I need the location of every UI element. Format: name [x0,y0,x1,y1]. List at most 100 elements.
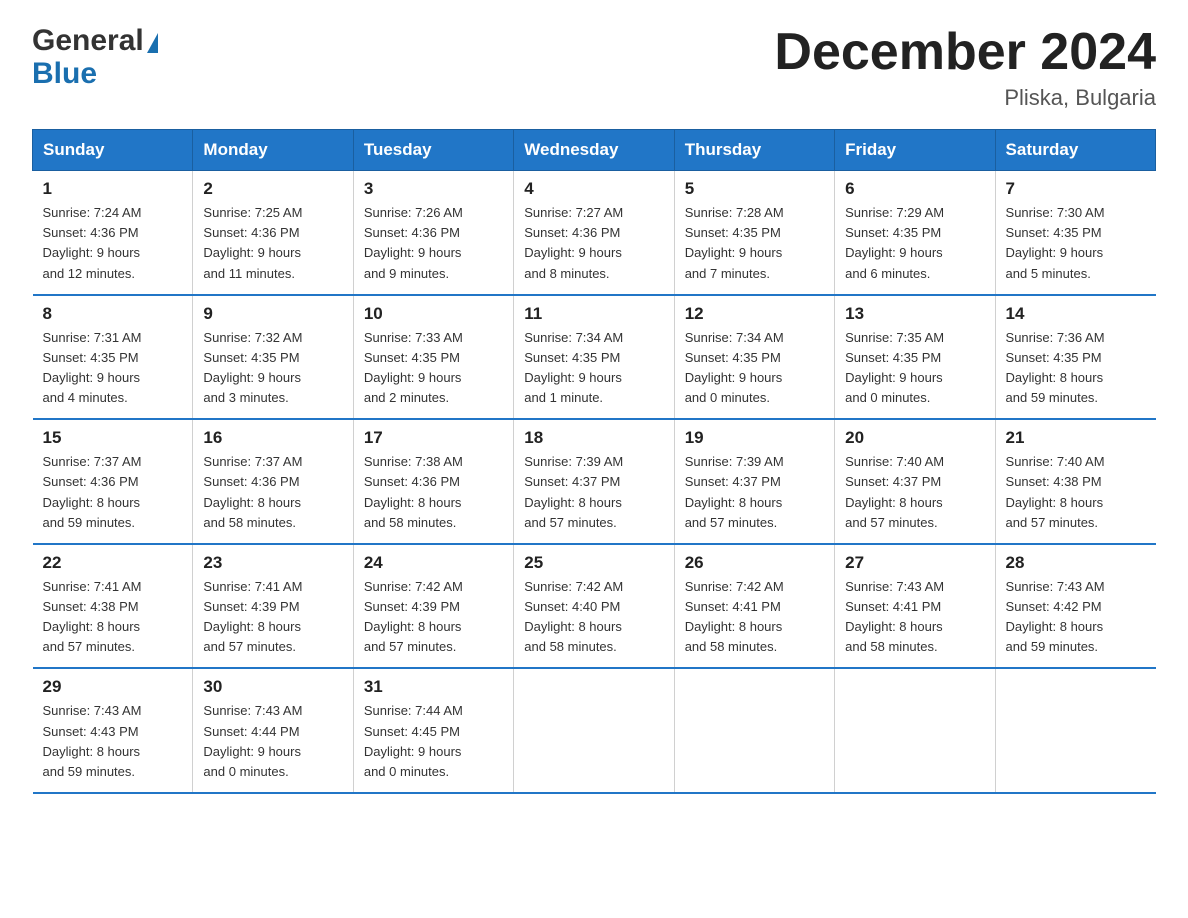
day-number: 8 [43,304,183,324]
calendar-cell: 12Sunrise: 7:34 AM Sunset: 4:35 PM Dayli… [674,295,834,420]
weekday-header-thursday: Thursday [674,130,834,171]
calendar-cell: 27 Sunrise: 7:43 AM Sunset: 4:41 PM Dayli… [835,544,995,669]
day-info: Sunrise: 7:25 AM Sunset: 4:36 PM Dayligh… [203,203,342,284]
day-number: 11 [524,304,663,324]
day-info: Sunrise: 7:43 AM Sunset: 4:43 PM Dayligh… [43,701,183,782]
day-number: 31 [364,677,503,697]
title-block: December 2024 Pliska, Bulgaria [774,24,1156,111]
calendar-cell: 15 Sunrise: 7:37 AM Sunset: 4:36 PM Dayli… [33,419,193,544]
logo: General Blue [32,24,158,90]
day-info: Sunrise: 7:43 AM Sunset: 4:41 PM Dayligh… [845,577,984,658]
day-number: 26 [685,553,824,573]
day-number: 9 [203,304,342,324]
calendar-cell: 22Sunrise: 7:41 AM Sunset: 4:38 PM Dayli… [33,544,193,669]
day-number: 14 [1006,304,1146,324]
day-info: Sunrise: 7:31 AM Sunset: 4:35 PM Dayligh… [43,328,183,409]
calendar-week-row: 22Sunrise: 7:41 AM Sunset: 4:38 PM Dayli… [33,544,1156,669]
day-number: 4 [524,179,663,199]
calendar-week-row: 1 Sunrise: 7:24 AM Sunset: 4:36 PM Daylig… [33,171,1156,295]
calendar-cell: 23 Sunrise: 7:41 AM Sunset: 4:39 PM Dayli… [193,544,353,669]
calendar-cell: 26 Sunrise: 7:42 AM Sunset: 4:41 PM Dayli… [674,544,834,669]
day-number: 23 [203,553,342,573]
day-number: 6 [845,179,984,199]
calendar-cell: 14 Sunrise: 7:36 AM Sunset: 4:35 PM Dayli… [995,295,1155,420]
day-number: 28 [1006,553,1146,573]
day-number: 27 [845,553,984,573]
calendar-cell [835,668,995,793]
logo-blue-text: Blue [32,57,97,90]
day-info: Sunrise: 7:24 AM Sunset: 4:36 PM Dayligh… [43,203,183,284]
day-number: 3 [364,179,503,199]
day-number: 30 [203,677,342,697]
calendar-cell: 5 Sunrise: 7:28 AM Sunset: 4:35 PM Daylig… [674,171,834,295]
day-info: Sunrise: 7:30 AM Sunset: 4:35 PM Dayligh… [1006,203,1146,284]
day-number: 1 [43,179,183,199]
day-number: 24 [364,553,503,573]
weekday-header-tuesday: Tuesday [353,130,513,171]
calendar-cell: 20 Sunrise: 7:40 AM Sunset: 4:37 PM Dayli… [835,419,995,544]
day-info: Sunrise: 7:41 AM Sunset: 4:39 PM Dayligh… [203,577,342,658]
day-info: Sunrise: 7:39 AM Sunset: 4:37 PM Dayligh… [524,452,663,533]
calendar-cell: 3Sunrise: 7:26 AM Sunset: 4:36 PM Daylig… [353,171,513,295]
calendar-cell: 24 Sunrise: 7:42 AM Sunset: 4:39 PM Dayli… [353,544,513,669]
calendar-cell [514,668,674,793]
calendar-location: Pliska, Bulgaria [774,85,1156,111]
day-info: Sunrise: 7:34 AM Sunset: 4:35 PM Dayligh… [524,328,663,409]
day-info: Sunrise: 7:38 AM Sunset: 4:36 PM Dayligh… [364,452,503,533]
calendar-cell: 19Sunrise: 7:39 AM Sunset: 4:37 PM Dayli… [674,419,834,544]
calendar-week-row: 29 Sunrise: 7:43 AM Sunset: 4:43 PM Dayli… [33,668,1156,793]
calendar-cell [995,668,1155,793]
calendar-title: December 2024 [774,24,1156,81]
day-info: Sunrise: 7:28 AM Sunset: 4:35 PM Dayligh… [685,203,824,284]
calendar-cell: 6Sunrise: 7:29 AM Sunset: 4:35 PM Daylig… [835,171,995,295]
day-info: Sunrise: 7:42 AM Sunset: 4:41 PM Dayligh… [685,577,824,658]
calendar-cell: 25Sunrise: 7:42 AM Sunset: 4:40 PM Dayli… [514,544,674,669]
day-number: 10 [364,304,503,324]
weekday-header-friday: Friday [835,130,995,171]
day-info: Sunrise: 7:43 AM Sunset: 4:42 PM Dayligh… [1006,577,1146,658]
day-info: Sunrise: 7:41 AM Sunset: 4:38 PM Dayligh… [43,577,183,658]
weekday-header-wednesday: Wednesday [514,130,674,171]
day-info: Sunrise: 7:36 AM Sunset: 4:35 PM Dayligh… [1006,328,1146,409]
weekday-header-sunday: Sunday [33,130,193,171]
calendar-cell: 17Sunrise: 7:38 AM Sunset: 4:36 PM Dayli… [353,419,513,544]
day-number: 13 [845,304,984,324]
calendar-cell: 2Sunrise: 7:25 AM Sunset: 4:36 PM Daylig… [193,171,353,295]
calendar-cell: 21Sunrise: 7:40 AM Sunset: 4:38 PM Dayli… [995,419,1155,544]
calendar-cell: 28 Sunrise: 7:43 AM Sunset: 4:42 PM Dayli… [995,544,1155,669]
weekday-header-row: SundayMondayTuesdayWednesdayThursdayFrid… [33,130,1156,171]
day-info: Sunrise: 7:42 AM Sunset: 4:40 PM Dayligh… [524,577,663,658]
calendar-week-row: 15 Sunrise: 7:37 AM Sunset: 4:36 PM Dayli… [33,419,1156,544]
weekday-header-saturday: Saturday [995,130,1155,171]
day-info: Sunrise: 7:44 AM Sunset: 4:45 PM Dayligh… [364,701,503,782]
day-info: Sunrise: 7:40 AM Sunset: 4:37 PM Dayligh… [845,452,984,533]
calendar-cell: 10Sunrise: 7:33 AM Sunset: 4:35 PM Dayli… [353,295,513,420]
calendar-cell: 1 Sunrise: 7:24 AM Sunset: 4:36 PM Daylig… [33,171,193,295]
day-number: 29 [43,677,183,697]
calendar-cell: 29 Sunrise: 7:43 AM Sunset: 4:43 PM Dayli… [33,668,193,793]
calendar-table: SundayMondayTuesdayWednesdayThursdayFrid… [32,129,1156,794]
calendar-cell: 8 Sunrise: 7:31 AM Sunset: 4:35 PM Daylig… [33,295,193,420]
calendar-cell: 11 Sunrise: 7:34 AM Sunset: 4:35 PM Dayli… [514,295,674,420]
calendar-cell: 9 Sunrise: 7:32 AM Sunset: 4:35 PM Daylig… [193,295,353,420]
calendar-cell: 30 Sunrise: 7:43 AM Sunset: 4:44 PM Dayli… [193,668,353,793]
day-number: 7 [1006,179,1146,199]
day-info: Sunrise: 7:43 AM Sunset: 4:44 PM Dayligh… [203,701,342,782]
logo-general-text: General [32,24,144,57]
day-number: 20 [845,428,984,448]
day-number: 5 [685,179,824,199]
day-info: Sunrise: 7:32 AM Sunset: 4:35 PM Dayligh… [203,328,342,409]
calendar-cell: 13 Sunrise: 7:35 AM Sunset: 4:35 PM Dayli… [835,295,995,420]
day-info: Sunrise: 7:37 AM Sunset: 4:36 PM Dayligh… [203,452,342,533]
day-number: 12 [685,304,824,324]
calendar-cell: 16 Sunrise: 7:37 AM Sunset: 4:36 PM Dayli… [193,419,353,544]
calendar-cell: 18Sunrise: 7:39 AM Sunset: 4:37 PM Dayli… [514,419,674,544]
calendar-cell: 7 Sunrise: 7:30 AM Sunset: 4:35 PM Daylig… [995,171,1155,295]
day-info: Sunrise: 7:37 AM Sunset: 4:36 PM Dayligh… [43,452,183,533]
day-info: Sunrise: 7:35 AM Sunset: 4:35 PM Dayligh… [845,328,984,409]
day-number: 15 [43,428,183,448]
day-info: Sunrise: 7:27 AM Sunset: 4:36 PM Dayligh… [524,203,663,284]
day-number: 21 [1006,428,1146,448]
day-info: Sunrise: 7:42 AM Sunset: 4:39 PM Dayligh… [364,577,503,658]
day-number: 16 [203,428,342,448]
